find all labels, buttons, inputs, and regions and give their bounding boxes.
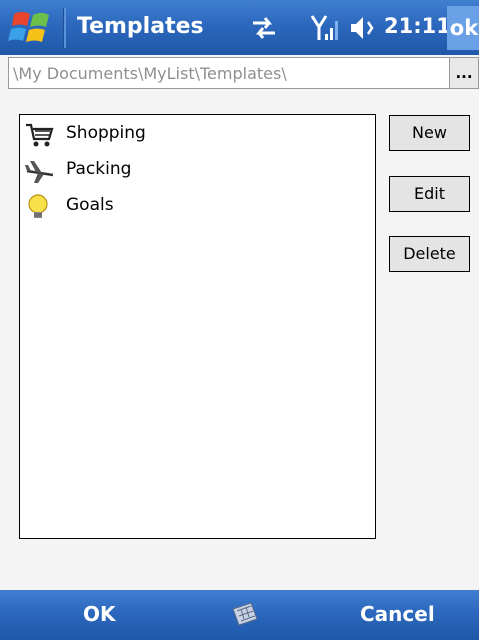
ok-title-button[interactable]: ok [447, 6, 479, 50]
clock[interactable]: 21:11 [384, 14, 451, 38]
templates-list[interactable]: Shopping Packing Goals [19, 114, 376, 539]
delete-button[interactable]: Delete [389, 236, 470, 272]
title-bar: Templates 21:11 ok [0, 0, 479, 55]
title-divider [63, 8, 66, 48]
lightbulb-icon [28, 194, 48, 218]
softkey-bar: OK Cancel [0, 590, 479, 640]
airplane-icon [25, 161, 54, 183]
new-button[interactable]: New [389, 115, 470, 151]
ok-softkey[interactable]: OK [83, 602, 116, 626]
list-item-packing[interactable]: Packing [24, 155, 364, 187]
edit-button[interactable]: Edit [389, 176, 470, 212]
list-item-goals[interactable]: Goals [24, 191, 364, 223]
template-label: Packing [66, 159, 132, 179]
template-label: Shopping [66, 123, 146, 143]
path-bar: \My Documents\MyList\Templates\ ... [0, 57, 479, 91]
browse-button[interactable]: ... [449, 57, 479, 89]
keyboard-icon[interactable] [229, 599, 261, 629]
template-label: Goals [66, 195, 114, 215]
signal-icon[interactable] [310, 11, 338, 45]
window-title: Templates [77, 14, 204, 39]
volume-icon[interactable] [349, 11, 375, 45]
sync-icon[interactable] [249, 11, 279, 45]
cancel-softkey[interactable]: Cancel [360, 602, 435, 626]
shopping-cart-icon [26, 123, 54, 147]
windows-start-icon[interactable] [8, 10, 54, 46]
path-field[interactable]: \My Documents\MyList\Templates\ [8, 57, 449, 89]
list-item-shopping[interactable]: Shopping [24, 119, 364, 151]
